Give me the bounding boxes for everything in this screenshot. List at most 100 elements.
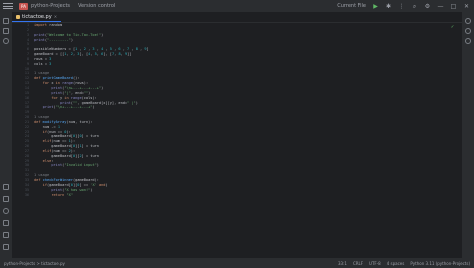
code-token: ) [88, 90, 91, 95]
line-number-gutter: 1 2 3 4 5 6 7 8 9 10 11 12 13 14 15 16 17 18 19 20 21 22 23 24 2… [12, 23, 32, 258]
code-token: print [51, 163, 63, 168]
run-icon[interactable]: ▶ [372, 3, 379, 10]
code-editor[interactable]: 1 2 3 4 5 6 7 8 9 10 11 12 13 14 15 16 17 18 19 20 21 22 23 24 2… [12, 23, 462, 258]
problems-icon[interactable] [3, 208, 9, 214]
status-bar: python-Projects > tictactoe.py 33:1 CRLF… [0, 258, 474, 268]
code-token: 3 [49, 61, 52, 66]
code-token: printGameBoard [42, 76, 73, 81]
code-token: "X has won!" [64, 187, 91, 192]
python-packages-icon[interactable] [3, 184, 9, 190]
code-token: for [42, 81, 52, 86]
title-bar: PA python-Projects Version control Curre… [0, 0, 474, 12]
code-token: (num, turn): [66, 119, 93, 124]
code-token: print [51, 90, 63, 95]
code-token: cols = [34, 61, 50, 66]
code-token: print [42, 105, 54, 110]
code-token: ] = turn [81, 144, 99, 149]
code-token: possibleNumbers = [ [34, 47, 76, 52]
database-icon[interactable] [465, 28, 471, 34]
code-token: print [34, 37, 45, 42]
code-token: ] = turn [81, 134, 99, 139]
terminal-icon[interactable] [3, 220, 9, 226]
python-console-icon[interactable] [3, 196, 9, 202]
code-token: (num == [46, 129, 65, 134]
code-token: ): [70, 148, 76, 153]
run-config-selector[interactable]: Current File [337, 3, 366, 9]
code-token: 1 usage [34, 115, 50, 120]
code-line[interactable]: return "X" [34, 193, 454, 198]
code-token: ) [105, 182, 108, 187]
code-token: "\n+---+---+---+" [64, 85, 102, 90]
code-token: ] [146, 47, 149, 52]
code-token: (cols): [81, 95, 97, 100]
code-token: 1 usage [34, 71, 50, 76]
code-token: else [42, 158, 52, 163]
code-token: import [34, 23, 50, 27]
code-token: ]] [127, 52, 132, 57]
debug-icon[interactable]: ✱ [385, 3, 392, 10]
line-number: 36 [24, 192, 29, 197]
code-token: elif [42, 139, 52, 144]
code-token: return [51, 192, 67, 197]
code-token: "---------" [47, 37, 71, 42]
code-token: (): [72, 76, 80, 81]
settings-icon[interactable]: ⚙ [424, 3, 431, 10]
services-icon[interactable] [3, 232, 9, 238]
ai-assistant-icon[interactable] [465, 38, 471, 44]
code-token: checkForWinner [42, 178, 73, 182]
close-tab-icon[interactable]: ✕ [54, 14, 57, 19]
code-token: ) [101, 32, 104, 37]
code-token: ): [70, 139, 76, 144]
more-tools-icon[interactable] [3, 38, 9, 44]
code-token: ) [70, 37, 73, 42]
code-area[interactable]: import random print("Welcome to Tic-Tac-T… [34, 23, 454, 197]
code-token: gameBoard[ [34, 134, 73, 139]
code-token: "X" [66, 192, 73, 197]
line-separator[interactable]: CRLF [353, 261, 363, 266]
code-token: ] == [79, 182, 91, 187]
structure-tool-icon[interactable] [3, 28, 9, 34]
minimize-button[interactable]: — [437, 3, 444, 10]
project-tool-icon[interactable] [3, 18, 9, 24]
maximize-button[interactable]: □ [450, 3, 457, 10]
code-token: rows = [34, 56, 50, 61]
code-token: : [51, 158, 54, 163]
hamburger-menu-icon[interactable] [3, 2, 13, 10]
caret-position[interactable]: 33:1 [338, 261, 347, 266]
right-tool-window-bar [462, 12, 474, 258]
code-token: "\n+---+---+---+" [55, 105, 93, 110]
version-control-widget[interactable]: Version control [78, 3, 115, 9]
code-token: (num == [51, 139, 69, 144]
file-encoding[interactable]: UTF-8 [369, 261, 381, 266]
editor-tab[interactable]: tictactoe.py ✕ [12, 12, 62, 22]
project-badge[interactable]: PA [19, 2, 28, 10]
notifications-icon[interactable] [465, 18, 471, 24]
code-token: ) [96, 163, 99, 168]
project-name[interactable]: python-Projects [31, 3, 70, 9]
code-token: 1 usage [34, 173, 50, 178]
python-interpreter[interactable]: Python 3.11 (python-Projects) [410, 261, 470, 266]
more-icon[interactable]: ⋮ [398, 3, 405, 10]
navigation-breadcrumb[interactable]: python-Projects > tictactoe.py [4, 261, 65, 266]
code-token: ] = turn [81, 153, 99, 158]
indent-setting[interactable]: 4 spaces [387, 261, 405, 266]
code-token: gameBoard[ [34, 144, 73, 149]
search-icon[interactable]: ⌕ [411, 3, 418, 10]
code-token: range [70, 95, 82, 100]
python-file-icon [16, 14, 20, 19]
close-button[interactable]: ✕ [463, 3, 470, 10]
code-token: elif [42, 148, 52, 153]
code-token: ) [90, 187, 93, 192]
git-icon[interactable] [3, 244, 9, 250]
code-token: print [34, 32, 45, 37]
code-token: , gameBoard[x][y], end= [77, 100, 128, 105]
